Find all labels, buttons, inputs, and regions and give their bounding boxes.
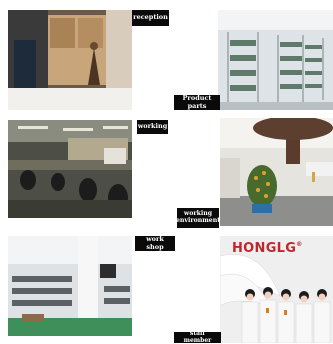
label-reception: reception — [132, 10, 169, 26]
label-working-environment: working environment — [175, 208, 221, 228]
label-product-parts: Product parts — [174, 95, 220, 110]
work-shop-photo — [8, 236, 132, 336]
working-environment-photo — [220, 118, 333, 226]
label-working: working — [137, 120, 168, 134]
working-photo — [8, 120, 132, 218]
reception-photo — [8, 10, 132, 110]
brand-logo-text: HONGLG — [232, 241, 297, 256]
label-work-shop: work shop — [135, 236, 175, 251]
label-working-environment-text: working environment — [175, 210, 221, 224]
registered-mark: ® — [296, 241, 303, 248]
label-staff-member: staff member — [174, 330, 221, 343]
brand-logo: HONGLG® — [232, 241, 303, 256]
product-parts-photo — [218, 10, 333, 110]
